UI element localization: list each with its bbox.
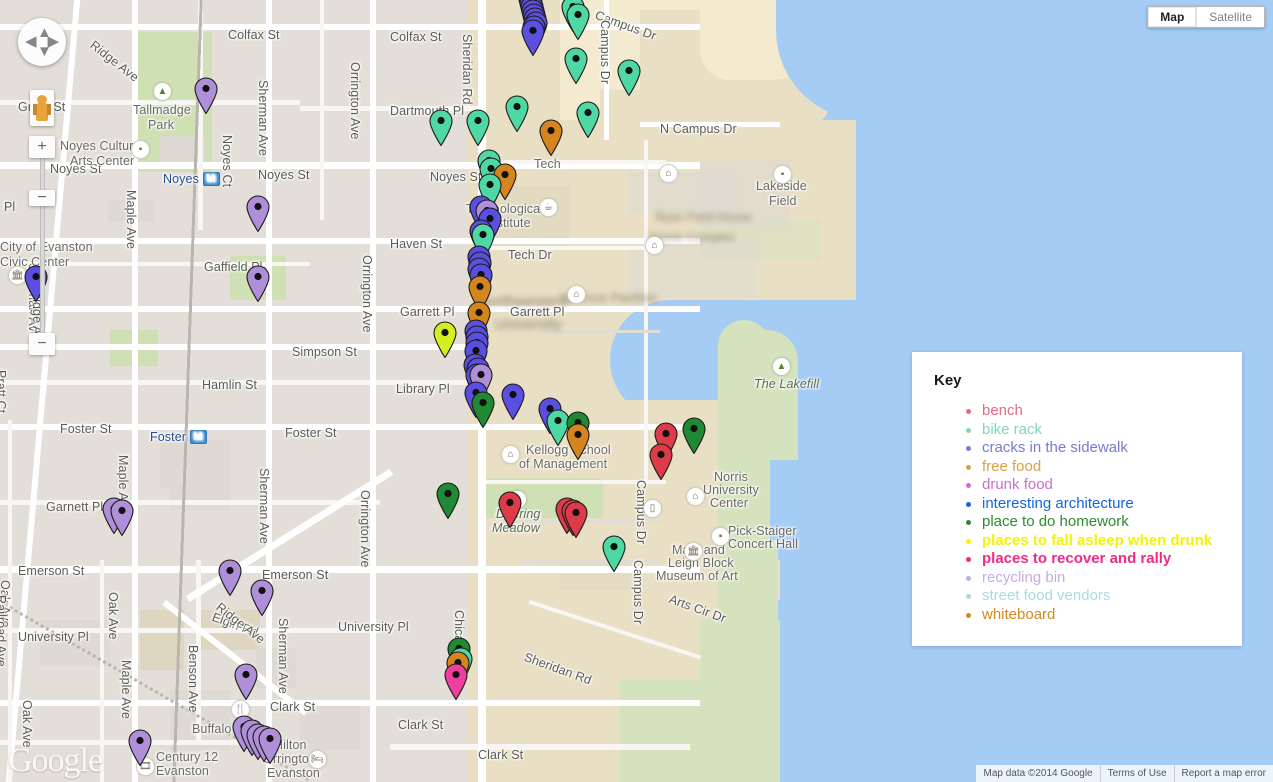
- map-marker-recycling[interactable]: [217, 558, 243, 596]
- key-item-label: whiteboard: [982, 606, 1055, 623]
- map-marker-cracks[interactable]: [23, 264, 49, 302]
- map-marker-homework[interactable]: [681, 416, 707, 454]
- key-color-dot-icon: [966, 409, 971, 414]
- map-marker-recycling[interactable]: [127, 728, 153, 766]
- map-marker-homework[interactable]: [435, 481, 461, 519]
- pan-left-icon[interactable]: ◀: [25, 34, 37, 49]
- map-marker-recycling[interactable]: [249, 578, 275, 616]
- pegman-arm-left-icon: [33, 104, 37, 115]
- map-marker-bike[interactable]: [465, 108, 491, 146]
- map-marker-recycling[interactable]: [193, 76, 219, 114]
- pan-control[interactable]: ▲ ▼ ◀ ▶: [18, 18, 66, 66]
- key-item-label: bench: [982, 402, 1023, 419]
- key-item: place to do homework: [966, 513, 1242, 532]
- map-marker-recycling[interactable]: [245, 194, 271, 232]
- map-marker-bench[interactable]: [497, 490, 523, 528]
- street-view-pegman[interactable]: [30, 90, 54, 126]
- map-type-control[interactable]: Map Satellite: [1147, 6, 1265, 28]
- map-marker-rally[interactable]: [443, 662, 469, 700]
- key-title: Key: [912, 352, 1242, 389]
- key-item-label: bike rack: [982, 421, 1042, 438]
- key-color-dot-icon: [966, 446, 971, 451]
- key-item: bike rack: [966, 421, 1242, 440]
- key-item-label: street food vendors: [982, 587, 1110, 604]
- zoom-in-button[interactable]: +: [29, 136, 55, 158]
- map-attribution: Map data ©2014 Google Terms of Use Repor…: [976, 765, 1273, 782]
- key-item: bench: [966, 402, 1242, 421]
- key-item-label: places to fall asleep when drunk: [982, 532, 1212, 549]
- map-marker-bike[interactable]: [575, 100, 601, 138]
- key-color-dot-icon: [966, 502, 971, 507]
- map-marker-recycling[interactable]: [245, 264, 271, 302]
- map-marker-asleep[interactable]: [432, 320, 458, 358]
- map-marker-recycling[interactable]: [233, 662, 259, 700]
- key-item-label: recycling bin: [982, 569, 1065, 586]
- attribution-copyright: Map data ©2014 Google: [976, 765, 1099, 782]
- key-color-dot-icon: [966, 539, 971, 544]
- key-item: places to recover and rally: [966, 550, 1242, 569]
- key-color-dot-icon: [966, 613, 971, 618]
- pegman-arm-right-icon: [47, 104, 51, 115]
- pan-right-icon[interactable]: ▶: [47, 34, 59, 49]
- key-color-dot-icon: [966, 428, 971, 433]
- map-marker-whiteboard[interactable]: [538, 118, 564, 156]
- zoom-out-button[interactable]: −: [29, 333, 55, 355]
- map-marker-bench[interactable]: [648, 442, 674, 480]
- key-item-label: interesting architecture: [982, 495, 1134, 512]
- map-marker-bike[interactable]: [428, 108, 454, 146]
- map-viewport[interactable]: Colfax StColfax StRidge AveSherman AveOr…: [0, 0, 1273, 782]
- map-marker-bike[interactable]: [616, 58, 642, 96]
- map-marker-cracks[interactable]: [520, 18, 546, 56]
- map-marker-homework[interactable]: [470, 390, 496, 428]
- map-marker-recycling[interactable]: [109, 498, 135, 536]
- key-color-dot-icon: [966, 483, 971, 488]
- map-marker-bike[interactable]: [563, 46, 589, 84]
- key-item: drunk food: [966, 476, 1242, 495]
- key-item: free food: [966, 458, 1242, 477]
- key-item: street food vendors: [966, 587, 1242, 606]
- key-item: recycling bin: [966, 569, 1242, 588]
- key-item: places to fall asleep when drunk: [966, 532, 1242, 551]
- key-list: bench bike rackcracks in the sidewalk free…: [912, 402, 1242, 624]
- key-color-dot-icon: [966, 557, 971, 562]
- map-marker-bike[interactable]: [504, 94, 530, 132]
- key-item-label: drunk food: [982, 476, 1053, 493]
- map-marker-whiteboard[interactable]: [565, 422, 591, 460]
- key-item-label: place to do homework: [982, 513, 1129, 530]
- key-color-dot-icon: [966, 465, 971, 470]
- map-type-satellite[interactable]: Satellite: [1196, 7, 1264, 27]
- map-marker-cracks[interactable]: [500, 382, 526, 420]
- key-color-dot-icon: [966, 576, 971, 581]
- attribution-terms-link[interactable]: Terms of Use: [1100, 765, 1174, 782]
- key-item: whiteboard: [966, 606, 1242, 625]
- map-marker-bench[interactable]: [563, 500, 589, 538]
- map-key-panel: Key bench bike rackcracks in the sidewalk…: [912, 352, 1242, 646]
- key-item-label: cracks in the sidewalk: [982, 439, 1128, 456]
- map-marker-recycling[interactable]: [257, 726, 283, 764]
- key-item-label: free food: [982, 458, 1041, 475]
- map-marker-bike[interactable]: [601, 534, 627, 572]
- key-item-label: places to recover and rally: [982, 550, 1171, 567]
- key-color-dot-icon: [966, 594, 971, 599]
- zoom-slider-handle[interactable]: −: [29, 190, 55, 206]
- map-marker-bike[interactable]: [565, 2, 591, 40]
- key-item: interesting architecture: [966, 495, 1242, 514]
- key-item: cracks in the sidewalk: [966, 439, 1242, 458]
- zoom-slider-track[interactable]: [40, 150, 45, 346]
- key-color-dot-icon: [966, 520, 971, 525]
- google-watermark: Google: [8, 742, 102, 780]
- map-type-map[interactable]: Map: [1148, 7, 1196, 27]
- attribution-report-link[interactable]: Report a map error: [1174, 765, 1273, 782]
